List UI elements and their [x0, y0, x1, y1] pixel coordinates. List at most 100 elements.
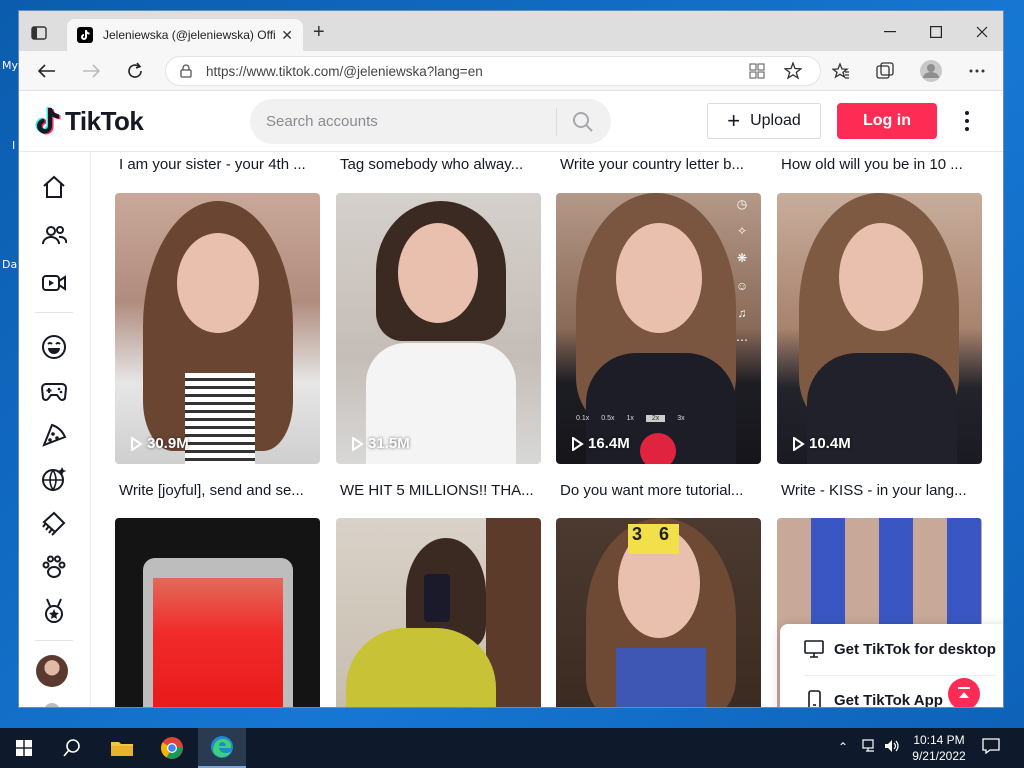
video-card[interactable]: 10.4M: [777, 193, 982, 464]
back-icon[interactable]: [35, 59, 59, 83]
video-caption[interactable]: I am your sister - your 4th ...: [119, 156, 324, 173]
windows-icon: [16, 740, 32, 756]
chrome-button[interactable]: [148, 728, 196, 768]
desktop-icon-label[interactable]: My: [2, 59, 18, 72]
video-caption[interactable]: WE HIT 5 MILLIONS!! THA...: [340, 482, 545, 499]
apps-icon[interactable]: [745, 59, 769, 83]
upload-label: Upload: [750, 112, 801, 129]
refresh-icon[interactable]: [123, 59, 147, 83]
sidebar: [19, 152, 91, 707]
video-card[interactable]: [115, 518, 320, 707]
comedy-icon[interactable]: [41, 334, 67, 360]
sports-icon[interactable]: [41, 598, 67, 624]
new-tab-icon[interactable]: +: [313, 22, 325, 42]
profile-avatar-icon[interactable]: [919, 59, 943, 83]
music-icon: ♫: [737, 305, 747, 320]
notifications-icon[interactable]: [982, 738, 1000, 757]
search-taskbar-button[interactable]: [48, 728, 96, 768]
speed-label: 0.5x: [601, 415, 615, 422]
video-caption[interactable]: Do you want more tutorial...: [560, 482, 765, 499]
play-icon: [572, 436, 584, 451]
video-caption[interactable]: Tag somebody who alway...: [340, 156, 545, 173]
food-icon[interactable]: [41, 422, 67, 448]
gaming-icon[interactable]: [41, 378, 67, 404]
url-text: https://www.tiktok.com/@jeleniewska?lang…: [206, 63, 483, 79]
minimize-icon[interactable]: [867, 19, 913, 45]
tiktok-logo[interactable]: TikTok: [35, 106, 144, 137]
favorites-icon[interactable]: [829, 59, 853, 83]
play-icon: [131, 436, 143, 451]
view-count: 30.9M: [129, 435, 189, 452]
animals-icon[interactable]: [41, 554, 67, 580]
settings-more-icon[interactable]: [965, 59, 989, 83]
clock-time: 10:14 PM: [913, 733, 965, 747]
home-icon[interactable]: [41, 174, 67, 200]
search-button[interactable]: [557, 99, 609, 144]
video-card[interactable]: 3 6: [556, 518, 761, 707]
tab-actions-icon[interactable]: [29, 23, 49, 43]
network-icon[interactable]: [862, 739, 878, 756]
edge-icon: [211, 736, 233, 758]
file-explorer-button[interactable]: [98, 728, 146, 768]
following-icon[interactable]: [41, 222, 67, 248]
sidebar-divider: [35, 640, 73, 641]
avatar[interactable]: [36, 655, 68, 687]
search-icon: [63, 739, 80, 757]
desktop-icon-label[interactable]: I: [12, 139, 15, 152]
play-icon: [352, 436, 364, 451]
video-grid: I am your sister - your 4th ... Tag some…: [91, 152, 1003, 707]
play-icon: [793, 436, 805, 451]
timer-icon: ◷: [736, 197, 748, 211]
video-card[interactable]: 30.9M: [115, 193, 320, 464]
add-favorite-icon[interactable]: [781, 59, 805, 83]
arrow-up-icon: [958, 687, 970, 698]
video-caption[interactable]: Write your country letter b...: [560, 156, 765, 173]
maximize-icon[interactable]: [913, 19, 959, 45]
address-bar[interactable]: https://www.tiktok.com/@jeleniewska?lang…: [165, 56, 821, 86]
filters-icon: ❋: [736, 251, 748, 266]
show-hidden-icons[interactable]: ⌃: [838, 740, 848, 754]
speed-label: 2x: [645, 415, 666, 422]
search-bar: [250, 99, 611, 144]
live-icon[interactable]: [41, 270, 67, 296]
collections-icon[interactable]: [873, 59, 897, 83]
video-card[interactable]: 31.5M: [336, 193, 541, 464]
avatar[interactable]: [44, 703, 60, 707]
get-desktop-link[interactable]: Get TikTok for desktop: [804, 640, 996, 658]
speed-label: 3x: [677, 415, 685, 422]
tab-title: Jeleniewska (@jeleniewska) Offic: [103, 28, 276, 42]
video-caption[interactable]: Write [joyful], send and se...: [119, 482, 324, 499]
browser-tab[interactable]: Jeleniewska (@jeleniewska) Offic ✕: [67, 19, 303, 51]
tab-bar: Jeleniewska (@jeleniewska) Offic ✕ +: [19, 11, 1003, 51]
folder-icon: [111, 742, 133, 756]
video-caption[interactable]: How old will you be in 10 ...: [781, 156, 986, 173]
video-card[interactable]: [336, 518, 541, 707]
close-tab-icon[interactable]: ✕: [281, 27, 293, 44]
travel-icon[interactable]: [41, 466, 67, 492]
logo-text: TikTok: [65, 106, 144, 136]
system-clock[interactable]: 10:14 PM 9/21/2022: [900, 732, 978, 764]
get-app-link[interactable]: Get TikTok App: [804, 690, 943, 707]
start-button[interactable]: [0, 728, 48, 768]
edge-button[interactable]: [198, 728, 246, 768]
close-window-icon[interactable]: [959, 19, 1003, 45]
monitor-icon: [804, 640, 824, 658]
more-menu-icon[interactable]: [955, 108, 979, 134]
beauty-mode-icon: ☺: [735, 278, 749, 293]
view-count: 31.5M: [350, 435, 410, 452]
volume-icon[interactable]: [884, 739, 900, 756]
search-input[interactable]: [250, 113, 556, 130]
scroll-to-top-button[interactable]: [948, 678, 980, 707]
lock-icon: [180, 64, 192, 78]
browser-toolbar: https://www.tiktok.com/@jeleniewska?lang…: [19, 51, 1003, 91]
chrome-icon: [161, 737, 183, 759]
video-card[interactable]: 0.1x 0.5x 1x 2x 3x ◷ ✧ ❋ ☺ ♫ ⋯ 16.4M: [556, 193, 761, 464]
desktop-icon-label[interactable]: Da: [2, 258, 17, 271]
forward-icon[interactable]: [79, 59, 103, 83]
beauty-icon[interactable]: [41, 510, 67, 536]
upload-button[interactable]: + Upload: [707, 103, 821, 139]
login-button[interactable]: Log in: [837, 103, 937, 139]
sidebar-divider: [35, 312, 73, 313]
speed-label: 1x: [626, 415, 634, 422]
video-caption[interactable]: Write - KISS - in your lang...: [781, 482, 986, 499]
